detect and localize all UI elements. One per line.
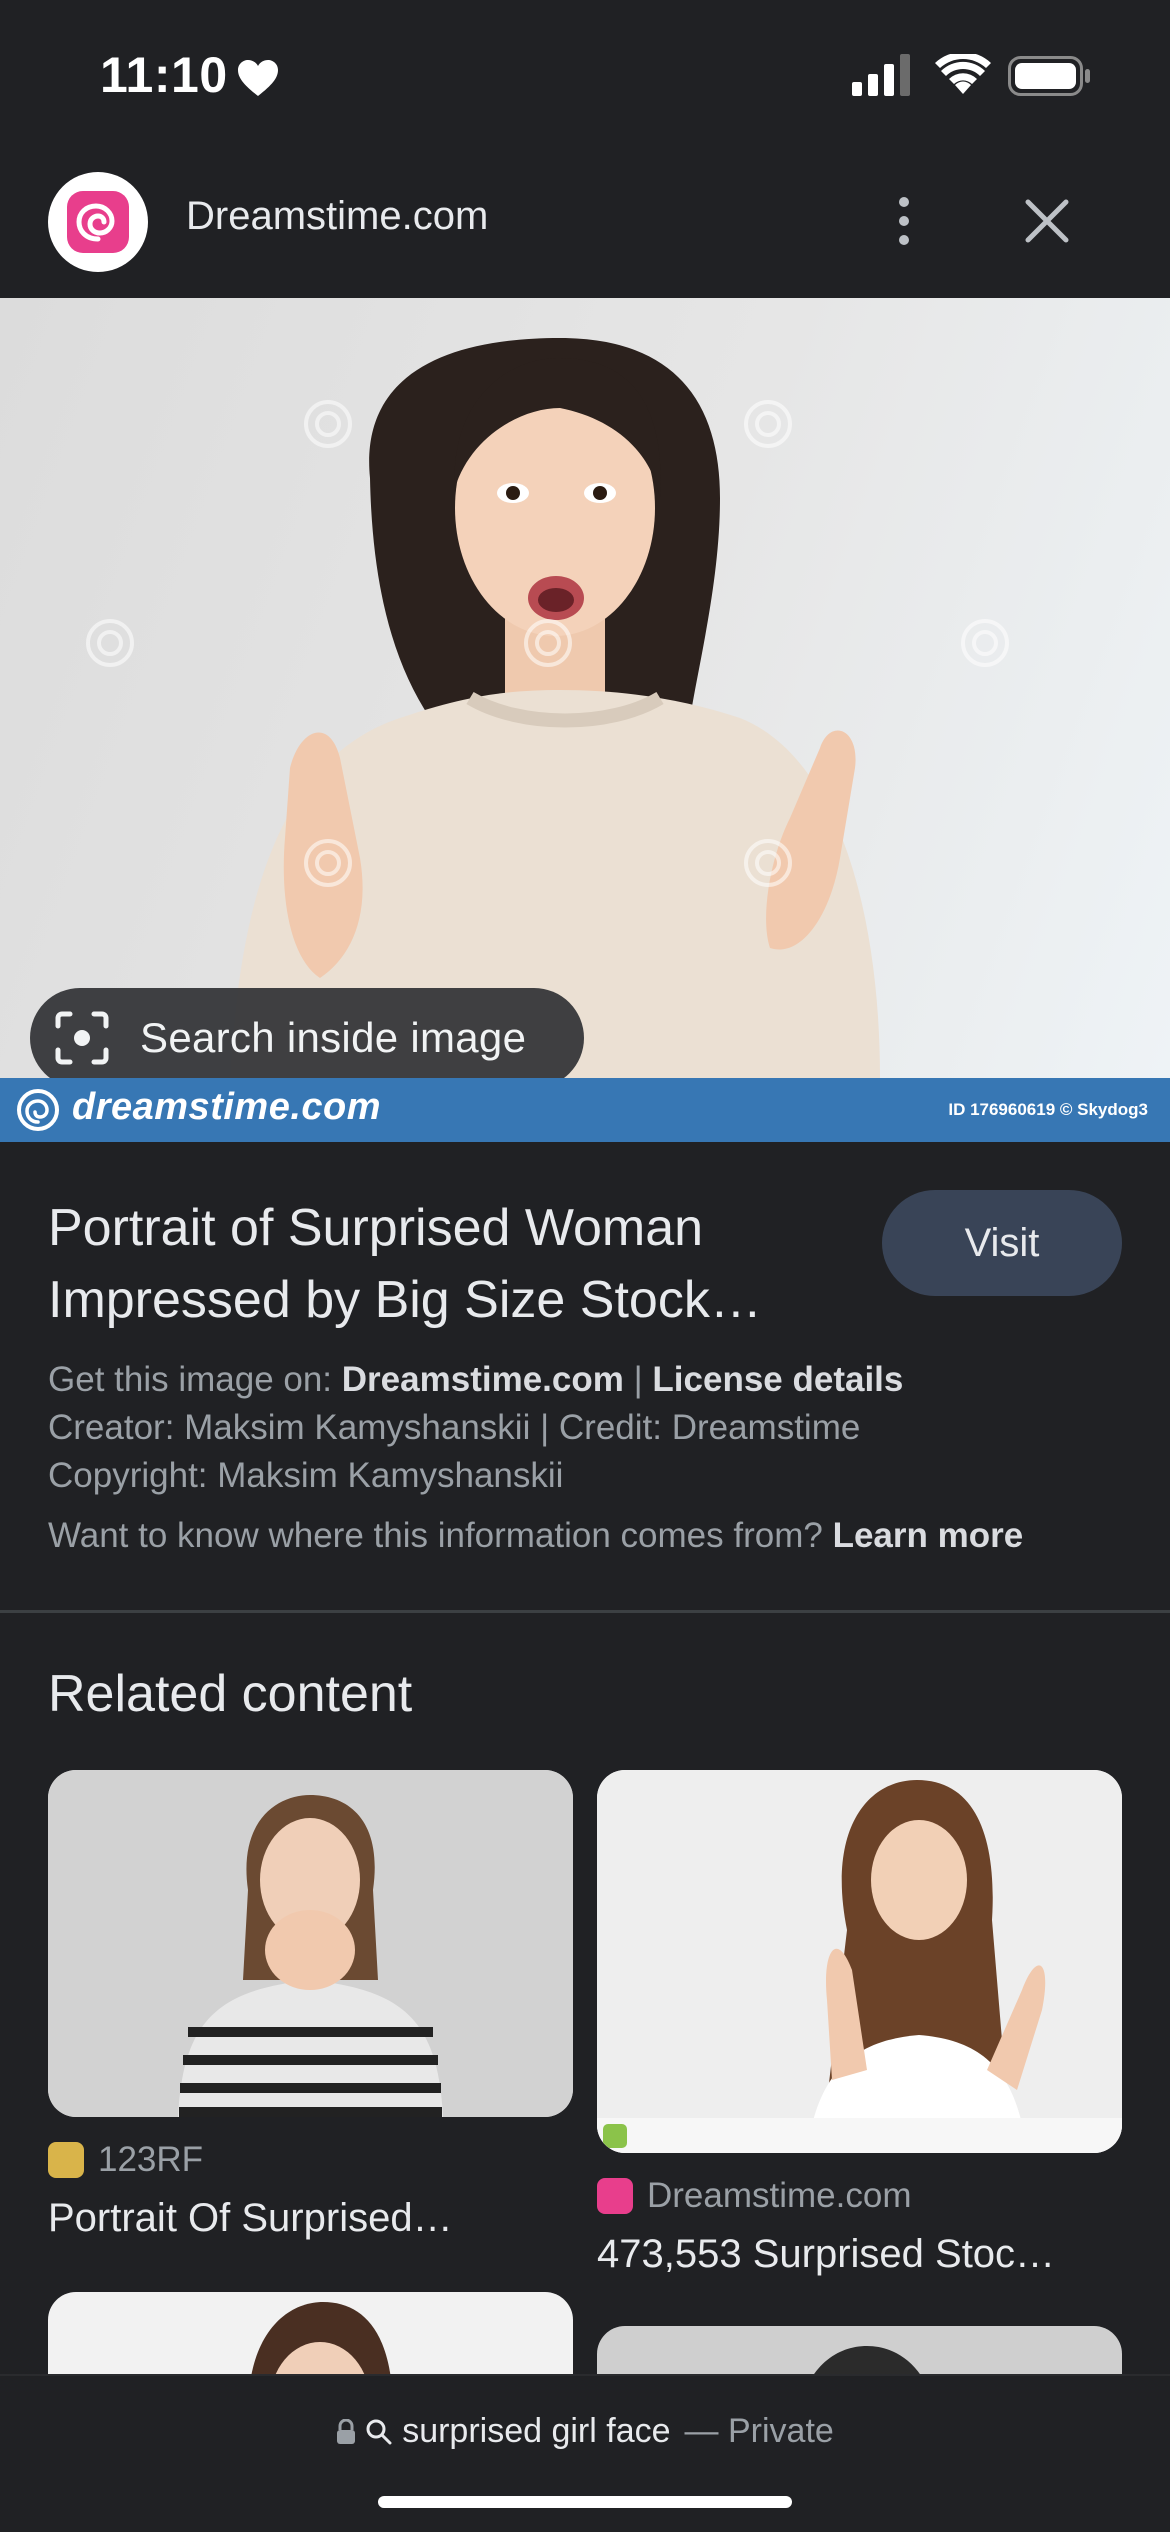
related-card-source: 123RF — [48, 2140, 203, 2180]
related-photo-2 — [597, 1770, 1122, 2153]
watermark-id: ID 176960619 © Skydog3 — [948, 1100, 1148, 1119]
search-query: surprised girl face — [402, 2412, 671, 2450]
related-card-image[interactable] — [48, 1770, 573, 2117]
lock-icon — [337, 2418, 356, 2444]
battery-icon — [1008, 56, 1090, 96]
info-source-question: Want to know where this information come… — [48, 1516, 823, 1555]
status-bar: 11:10 — [0, 0, 1170, 150]
dreamstime-favicon-icon — [597, 2178, 633, 2214]
creator-line: Creator: Maksim Kamyshanskii | Credit: D… — [48, 1408, 861, 1447]
more-vert-icon — [899, 197, 909, 207]
license-details-link[interactable]: License details — [652, 1360, 903, 1399]
visit-button[interactable]: Visit — [882, 1190, 1122, 1296]
heart-icon — [238, 60, 278, 96]
related-card-title[interactable]: 473,553 Surprised Stoc… — [597, 2232, 1117, 2277]
watermark-bar: dreamstime.com ID 176960619 © Skydog3 — [0, 1078, 1170, 1142]
close-icon[interactable] — [1016, 190, 1078, 252]
info-source-line: Want to know where this information come… — [48, 1516, 1023, 1556]
wifi-icon — [935, 54, 991, 94]
dreamstime-watermark-icon — [17, 1089, 59, 1131]
watermark-brand: dreamstime.com — [72, 1086, 382, 1128]
get-image-line: Get this image on: Dreamstime.com | Lice… — [48, 1360, 903, 1400]
main-image[interactable]: Search inside image — [0, 298, 1170, 1078]
url-row[interactable]: surprised girl face — Private — [0, 2412, 1170, 2451]
search-inside-image-button[interactable]: Search inside image — [30, 988, 584, 1078]
more-options-button[interactable] — [880, 186, 928, 256]
home-indicator[interactable] — [378, 2496, 792, 2508]
private-label: — Private — [684, 2412, 834, 2450]
related-card-source: Dreamstime.com — [597, 2176, 911, 2216]
status-time: 11:10 — [100, 47, 228, 103]
related-photo-1 — [48, 1770, 573, 2117]
123rf-favicon-icon — [48, 2142, 84, 2178]
bottom-url-bar[interactable]: surprised girl face — Private — [0, 2374, 1170, 2532]
learn-more-link[interactable]: Learn more — [833, 1516, 1024, 1555]
separator: | — [633, 1360, 643, 1399]
section-divider — [0, 1610, 1170, 1613]
signal-icon — [852, 54, 910, 96]
search-icon — [366, 2419, 392, 2444]
related-source-label: Dreamstime.com — [647, 2176, 912, 2215]
search-inside-image-label: Search inside image — [140, 1014, 527, 1061]
related-card-title[interactable]: Portrait Of Surprised… — [48, 2196, 568, 2241]
related-source-label: 123RF — [98, 2140, 204, 2179]
get-image-prefix: Get this image on: — [48, 1360, 333, 1399]
lens-icon — [55, 1011, 109, 1065]
site-name[interactable]: Dreamstime.com — [186, 194, 488, 239]
related-content-heading: Related content — [48, 1665, 413, 1723]
viewer-header: Dreamstime.com — [0, 150, 1170, 298]
related-card-image[interactable] — [597, 1770, 1122, 2153]
copyright-line: Copyright: Maksim Kamyshanskii — [48, 1456, 564, 1495]
image-title: Portrait of Surprised Woman Impressed by… — [48, 1199, 762, 1329]
site-logo[interactable] — [48, 172, 148, 272]
photo-illustration — [86, 338, 1009, 1078]
dreamstime-logo-icon — [67, 191, 129, 253]
get-image-site-link[interactable]: Dreamstime.com — [342, 1360, 624, 1399]
